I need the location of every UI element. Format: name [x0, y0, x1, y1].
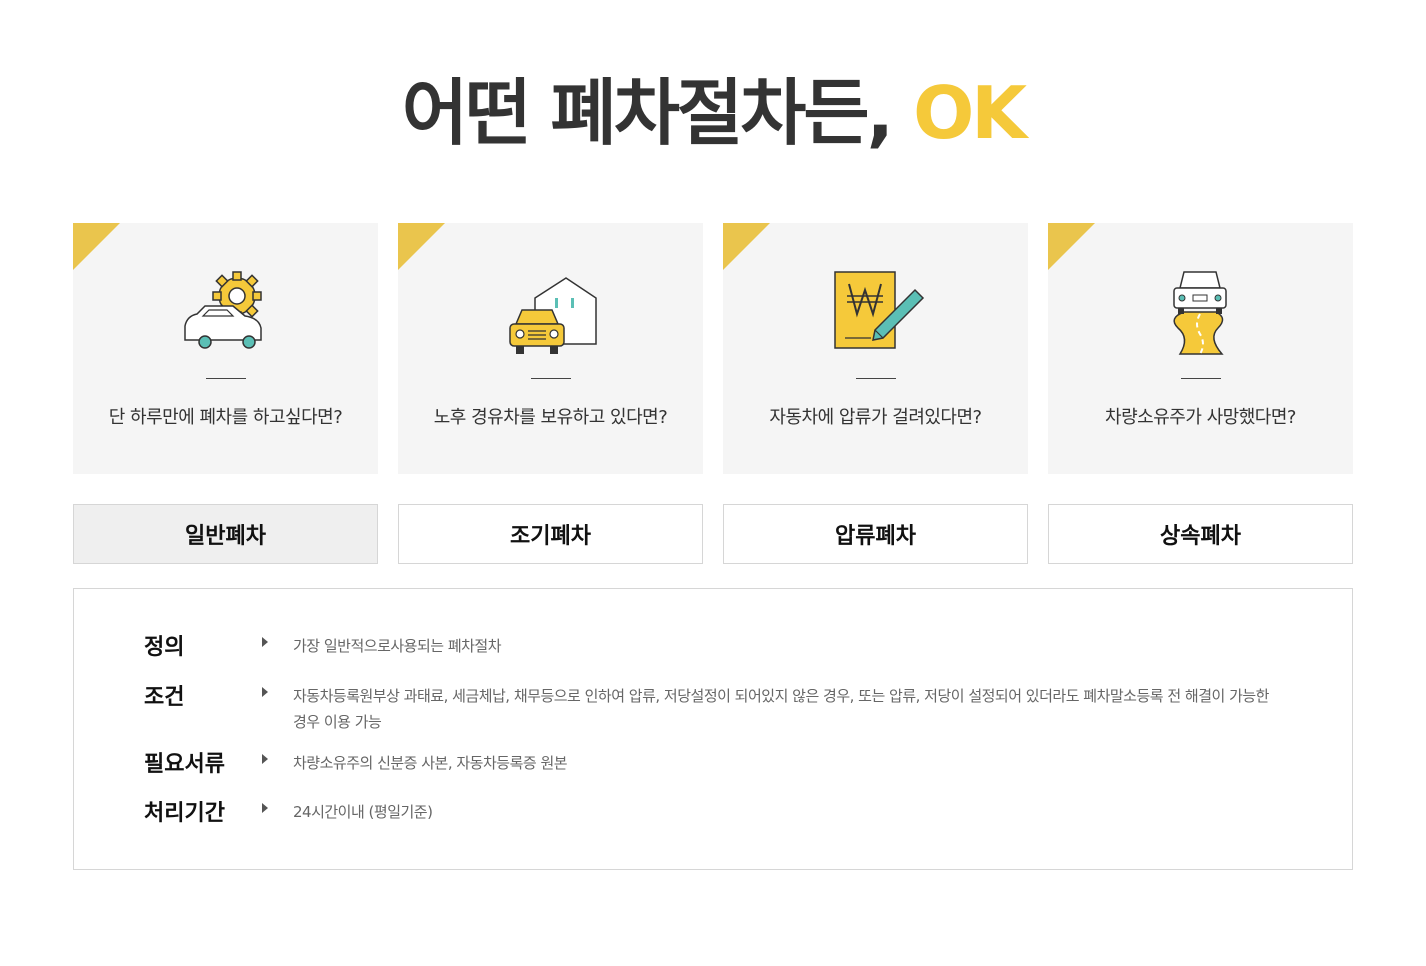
card-question: 자동차에 압류가 걸려있다면?	[769, 407, 982, 428]
arrow-right-icon	[262, 754, 268, 764]
card-question: 차량소유주가 사망했다면?	[1105, 407, 1296, 428]
card-question: 노후 경유차를 보유하고 있다면?	[433, 407, 668, 428]
car-gear-icon	[175, 263, 275, 363]
tab-inheritance-scrap[interactable]: 상속폐차	[1048, 504, 1353, 564]
car-road-icon	[1150, 263, 1250, 363]
arrow-right-icon	[262, 803, 268, 813]
card-one-day[interactable]: 단 하루만에 폐차를 하고싶다면?	[73, 223, 378, 474]
detail-label: 필요서류	[144, 752, 225, 777]
tab-early-scrap[interactable]: 조기폐차	[398, 504, 703, 564]
card-diesel[interactable]: 노후 경유차를 보유하고 있다면?	[398, 223, 703, 474]
page: 어떤 폐차절차든, OK 단 하루만에 폐차를 하고싶다면? 노후 경유차를 보…	[0, 0, 1426, 966]
card-question: 단 하루만에 폐차를 하고싶다면?	[108, 407, 343, 428]
arrow-right-icon	[262, 637, 268, 647]
detail-label: 정의	[144, 635, 185, 660]
procedure-tabs: 일반폐차 조기폐차 압류폐차 상속폐차	[73, 504, 1353, 564]
card-divider	[531, 378, 571, 379]
card-inheritance[interactable]: 차량소유주가 사망했다면?	[1048, 223, 1353, 474]
won-document-pen-icon	[825, 263, 925, 363]
detail-label: 처리기간	[144, 801, 225, 826]
detail-value: 24시간이내 (평일기준)	[293, 803, 433, 821]
card-seizure[interactable]: 자동차에 압류가 걸려있다면?	[723, 223, 1028, 474]
procedure-detail-panel: 정의 가장 일반적으로사용되는 폐차절차 조건 자동차등록원부상 과태료, 세금…	[73, 588, 1353, 870]
headline-main: 어떤 폐차절차든,	[401, 71, 914, 155]
scenario-cards: 단 하루만에 폐차를 하고싶다면? 노후 경유차를 보유하고 있다면? 자동차에…	[73, 223, 1353, 474]
tab-seizure-scrap[interactable]: 압류폐차	[723, 504, 1028, 564]
card-corner	[398, 223, 445, 270]
card-corner	[723, 223, 770, 270]
detail-value: 자동차등록원부상 과태료, 세금체납, 채무등으로 인하여 압류, 저당설정이 …	[293, 687, 1269, 731]
car-house-icon	[500, 263, 600, 363]
tab-general-scrap[interactable]: 일반폐차	[73, 504, 378, 564]
headline-accent: OK	[913, 71, 1027, 155]
card-corner	[73, 223, 120, 270]
card-corner	[1048, 223, 1095, 270]
card-divider	[856, 378, 896, 379]
card-divider	[1181, 378, 1221, 379]
card-divider	[206, 378, 246, 379]
detail-value: 가장 일반적으로사용되는 폐차절차	[293, 637, 502, 655]
detail-label: 조건	[144, 685, 185, 710]
page-title: 어떤 폐차절차든, OK	[0, 68, 1426, 158]
detail-value: 차량소유주의 신분증 사본, 자동차등록증 원본	[293, 754, 568, 772]
arrow-right-icon	[262, 687, 268, 697]
